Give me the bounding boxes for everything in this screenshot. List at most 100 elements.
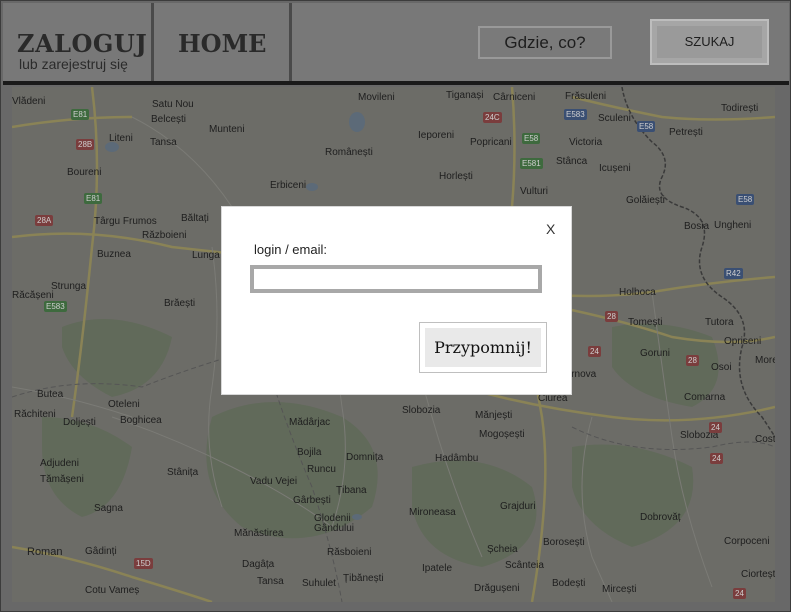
map-place: Domnița	[346, 452, 384, 463]
top-header: ZALOGUJ lub zarejestruj się HOME Gdzie, …	[3, 3, 789, 85]
map-place: Mădârjac	[289, 417, 331, 428]
road-label: 24	[710, 453, 723, 464]
map-place: Hadâmbu	[435, 453, 479, 464]
road-label: E581	[520, 158, 543, 169]
map-place: Satu Nou	[152, 99, 194, 110]
map-place: Lunga	[192, 250, 220, 261]
road-label: R42	[724, 268, 743, 279]
map-place: Liteni	[109, 133, 133, 144]
home-link[interactable]: HOME	[154, 3, 292, 81]
map-place: Mironeasa	[409, 507, 456, 518]
road-label: 28	[605, 311, 618, 322]
map-place: Horlești	[439, 171, 473, 182]
map-place: Vadu Vejei	[250, 476, 298, 487]
map-place: Oteleni	[108, 399, 140, 410]
map-place: Dagâța	[242, 559, 275, 570]
close-icon[interactable]: X	[546, 221, 555, 237]
map-place: Boghicea	[120, 415, 162, 426]
map-place: Tansa	[150, 137, 177, 148]
map-place: Comarna	[684, 392, 726, 403]
map-place: Runcu	[307, 464, 336, 475]
map-place: Mănjești	[475, 410, 513, 421]
road-label: 24	[709, 422, 722, 433]
map-place: Goruni	[640, 348, 671, 359]
map-place: Sagna	[94, 503, 123, 514]
map-place: Sculeni	[598, 113, 631, 124]
map-place: Opriseni	[724, 336, 762, 347]
road-label: E58	[637, 121, 656, 132]
map-place: Răsboieni	[327, 547, 372, 558]
road-label: E583	[564, 109, 587, 120]
map-place: Holboca	[619, 287, 656, 298]
road-label: E58	[522, 133, 541, 144]
map-place: Țibănești	[343, 573, 384, 584]
search-input[interactable]: Gdzie, co?	[478, 26, 612, 59]
road-label: E81	[71, 109, 90, 120]
map-place: Bodești	[552, 578, 586, 589]
road-label: 15D	[134, 558, 153, 569]
map-place: Costuleni	[755, 434, 775, 445]
road-label: E583	[44, 301, 67, 312]
map-place: Dobrovăț	[640, 512, 681, 523]
search-button[interactable]: SZUKAJ	[650, 19, 769, 65]
road-label: 24	[588, 346, 601, 357]
map-place: Stânița	[167, 467, 199, 478]
map-place: Doljești	[63, 417, 96, 428]
map-place: Scânteia	[505, 560, 544, 571]
map-place: Morenii	[755, 355, 775, 366]
map-place: Victoria	[569, 137, 603, 148]
road-label: 28A	[35, 215, 54, 226]
map-place: Strunga	[51, 281, 87, 292]
home-label: HOME	[178, 29, 267, 58]
map-place: Șcheia	[487, 544, 518, 555]
map-place: Corpoceni	[724, 536, 770, 547]
map-place: Ciortești	[741, 569, 775, 580]
map-place: Mogoșești	[479, 429, 525, 440]
map-place: Răcășeni	[12, 290, 54, 301]
map-place: Boureni	[67, 167, 102, 178]
map-place: Tiganași	[446, 90, 484, 101]
map-place: Borosești	[543, 537, 585, 548]
map-place: Munteni	[209, 124, 245, 135]
map-place: Butea	[37, 389, 64, 400]
map-place: Cotu Vameș	[85, 585, 140, 596]
map-place: Răchiteni	[14, 409, 56, 420]
map-place: Ipatele	[422, 563, 453, 574]
map-place: Gâdinți	[85, 546, 117, 557]
login-email-input[interactable]	[250, 265, 542, 293]
map-place: Buznea	[97, 249, 131, 260]
map-place: Todirești	[721, 103, 759, 114]
map-place: Movileni	[358, 92, 395, 103]
map-place: Drăgușeni	[474, 583, 520, 594]
login-register-link[interactable]: ZALOGUJ lub zarejestruj się	[3, 3, 154, 81]
reset-password-dialog: X login / email: Przypomnij!	[221, 206, 572, 395]
login-email-label: login / email:	[254, 242, 327, 257]
map-place: Suhulet	[302, 578, 336, 589]
map-place: Brăești	[164, 298, 196, 309]
map-place: Bosia	[684, 221, 710, 232]
map-place: Icușeni	[599, 163, 631, 174]
map-place: Tomești	[628, 317, 663, 328]
map-place: Băltați	[181, 213, 209, 224]
road-label: E58	[736, 194, 755, 205]
map-place: Ieporeni	[418, 130, 455, 141]
register-subtitle: lub zarejestruj się	[19, 56, 128, 72]
road-label: 24C	[483, 112, 502, 123]
map-place: Vlădeni	[12, 96, 46, 107]
map-place: Românești	[325, 147, 373, 158]
map-place: Slobozia	[402, 405, 441, 416]
map-place: Vulturi	[520, 186, 548, 197]
map-place: Golăiești	[626, 195, 665, 206]
map-place: Frăsuleni	[565, 91, 607, 102]
map-place: Bojila	[297, 447, 322, 458]
map-place: Belcești	[151, 114, 187, 125]
map-place: Osoi	[711, 362, 732, 373]
remind-button[interactable]: Przypomnij!	[419, 322, 547, 373]
map-place: Stânca	[556, 156, 588, 167]
map-place: Țibana	[336, 485, 367, 496]
road-label: E81	[84, 193, 103, 204]
search-button-label: SZUKAJ	[684, 34, 735, 49]
map-place: Războieni	[142, 230, 187, 241]
map-place: Târgu Frumos	[94, 216, 157, 227]
map-place: Glodenii Gândului	[314, 513, 355, 534]
